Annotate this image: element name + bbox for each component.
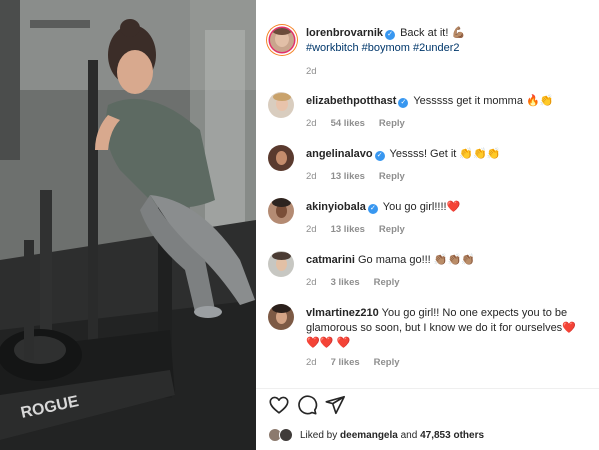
comment-likes[interactable]: 7 likes bbox=[331, 357, 360, 368]
reply-button[interactable]: Reply bbox=[379, 118, 405, 129]
post-actions bbox=[268, 394, 588, 418]
comment-text: Yessss! Get it 👏👏👏 bbox=[389, 148, 501, 160]
share-icon[interactable] bbox=[324, 394, 346, 416]
likes-text: Liked by deemangela and 47,853 others bbox=[300, 430, 484, 441]
comment-username[interactable]: angelinalavo bbox=[306, 148, 373, 160]
commenter-avatar[interactable] bbox=[268, 251, 294, 277]
comments-panel: lorenbrovarnik ✓ Back at it! 💪🏽 #workbitc… bbox=[256, 0, 599, 450]
actions-divider bbox=[256, 388, 599, 389]
comment-text: You go girl!!!!❤️ bbox=[382, 201, 461, 213]
reply-button[interactable]: Reply bbox=[379, 224, 405, 235]
likes-summary: Liked by deemangela and 47,853 others bbox=[268, 428, 588, 444]
likes-connector: and bbox=[397, 430, 421, 441]
comment-age[interactable]: 2d bbox=[306, 357, 317, 368]
reply-button[interactable]: Reply bbox=[379, 171, 405, 182]
liker-username[interactable]: deemangela bbox=[340, 430, 398, 441]
comment-likes[interactable]: 13 likes bbox=[331, 224, 365, 235]
comment-username[interactable]: akinyiobala bbox=[306, 201, 366, 213]
commenter-avatar[interactable] bbox=[268, 198, 294, 224]
commenter-avatar[interactable] bbox=[268, 92, 294, 118]
heart-icon[interactable] bbox=[268, 394, 290, 416]
author-avatar[interactable] bbox=[270, 28, 294, 52]
comment-likes[interactable]: 54 likes bbox=[331, 118, 365, 129]
reply-button[interactable]: Reply bbox=[374, 277, 400, 288]
commenter-avatar[interactable] bbox=[268, 145, 294, 171]
post-age[interactable]: 2d bbox=[306, 66, 317, 77]
comment-text: Yesssss get it momma 🔥👏 bbox=[413, 95, 554, 107]
likes-count[interactable]: 47,853 others bbox=[420, 430, 484, 441]
comment-username[interactable]: elizabethpotthast bbox=[306, 95, 396, 107]
reply-button[interactable]: Reply bbox=[374, 357, 400, 368]
liker-avatar[interactable] bbox=[279, 428, 293, 442]
verified-badge-icon: ✓ bbox=[385, 30, 396, 40]
comment-text: Go mama go!!! 👏🏽👏🏽👏🏽 bbox=[357, 254, 475, 266]
comment-username[interactable]: vlmartinez210 bbox=[306, 307, 379, 319]
verified-badge-icon: ✓ bbox=[374, 151, 385, 161]
comment-likes[interactable]: 13 likes bbox=[331, 171, 365, 182]
author-username[interactable]: lorenbrovarnik bbox=[306, 27, 383, 39]
verified-badge-icon: ✓ bbox=[367, 204, 378, 214]
commenter-avatar[interactable] bbox=[268, 304, 294, 330]
post-photo: ROGUE bbox=[0, 0, 256, 450]
comment-age[interactable]: 2d bbox=[306, 224, 317, 235]
verified-badge-icon: ✓ bbox=[398, 98, 409, 108]
comment-icon[interactable] bbox=[296, 394, 318, 416]
comment-age[interactable]: 2d bbox=[306, 277, 317, 288]
caption-hashtags[interactable]: #workbitch #boymom #2under2 bbox=[306, 42, 459, 54]
comment-username[interactable]: catmarini bbox=[306, 254, 355, 266]
comment-age[interactable]: 2d bbox=[306, 118, 317, 129]
comment-age[interactable]: 2d bbox=[306, 171, 317, 182]
caption-text: Back at it! 💪🏽 bbox=[400, 27, 466, 39]
comment-likes[interactable]: 3 likes bbox=[331, 277, 360, 288]
likes-prefix: Liked by bbox=[300, 430, 341, 441]
gym-scene: ROGUE bbox=[0, 0, 256, 450]
